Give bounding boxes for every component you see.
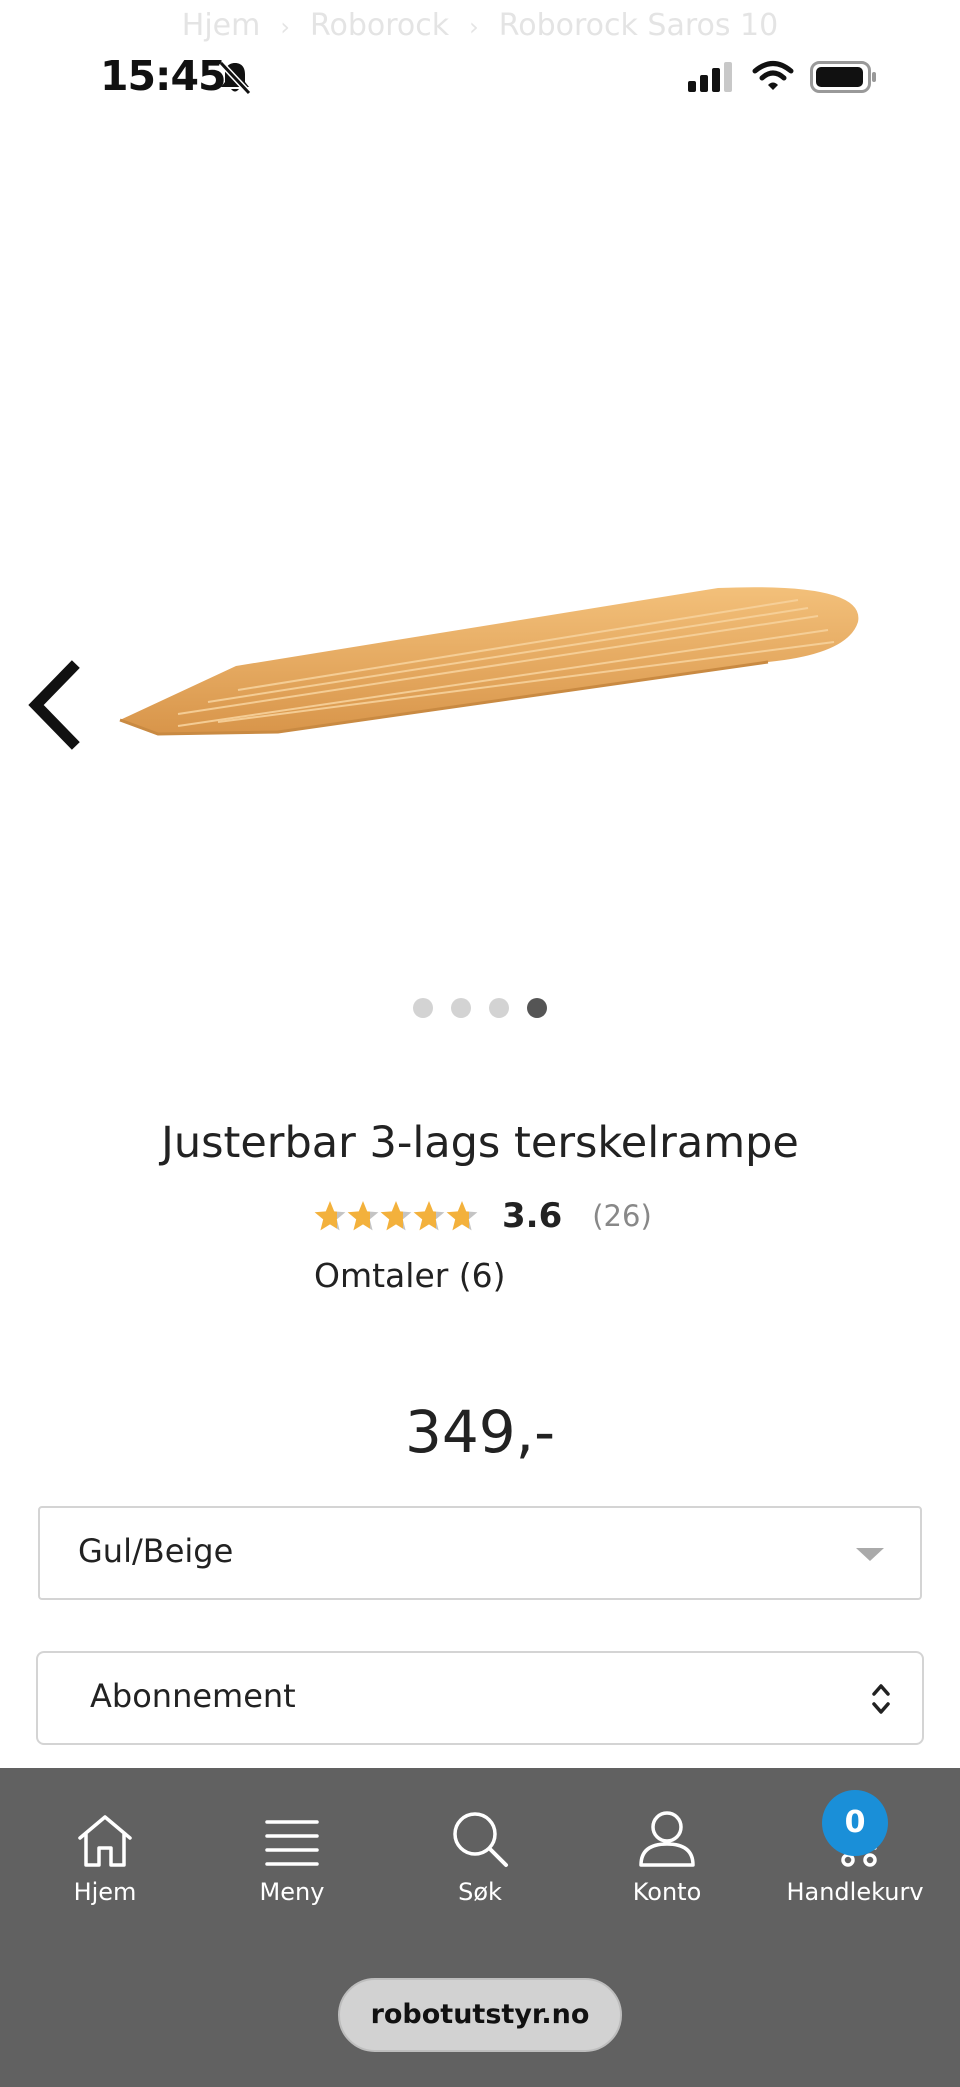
wifi-icon (752, 61, 794, 90)
nav-label-account: Konto (632, 1878, 702, 1906)
nav-label-search: Søk (458, 1878, 502, 1906)
account-icon (639, 1811, 695, 1867)
search-icon (453, 1812, 508, 1867)
subscription-select[interactable]: Abonnement (36, 1651, 924, 1745)
carousel-dot[interactable] (451, 998, 471, 1018)
product-price: 349,- (404, 1398, 556, 1466)
rating-row: 3.6 (26) (314, 1196, 652, 1236)
home-icon (78, 1815, 132, 1867)
product-title: Justerbar 3-lags terskelrampe (161, 1118, 799, 1168)
bell-slash-icon (218, 60, 252, 96)
color-select-value: Gul/Beige (78, 1532, 234, 1570)
nav-label-cart: Handlekurv (786, 1878, 924, 1906)
star-rating (314, 1201, 478, 1231)
chevron-left-icon[interactable] (24, 660, 84, 750)
nav-item-menu[interactable]: Meny (202, 1804, 382, 1906)
menu-icon (265, 1820, 319, 1866)
carousel-dot-active[interactable] (527, 998, 547, 1018)
carousel-dot[interactable] (413, 998, 433, 1018)
carousel-dot[interactable] (489, 998, 509, 1018)
battery-icon (810, 61, 876, 93)
nav-item-search[interactable]: Søk (390, 1804, 570, 1906)
status-time: 15:45 (100, 52, 227, 100)
browser-url-bar[interactable]: robotutstyr.no (338, 1978, 622, 2052)
ramp-image (119, 587, 859, 736)
chevron-down-icon (856, 1548, 884, 1561)
status-bar: 15:45 (0, 0, 960, 120)
nav-item-account[interactable]: Konto (577, 1804, 757, 1906)
rating-value: 3.6 (502, 1196, 563, 1236)
reviews-link[interactable]: Omtaler (6) (314, 1256, 506, 1295)
color-select[interactable]: Gul/Beige (38, 1506, 922, 1600)
subscription-select-value: Abonnement (90, 1677, 296, 1715)
nav-item-home[interactable]: Hjem (15, 1804, 195, 1906)
signal-icon (688, 62, 732, 92)
nav-label-menu: Meny (259, 1878, 325, 1906)
chevron-updown-icon (872, 1684, 890, 1714)
carousel-dots (0, 998, 960, 1018)
cart-count-badge: 0 (822, 1790, 888, 1856)
rating-count[interactable]: (26) (592, 1199, 652, 1233)
nav-label-home: Hjem (73, 1878, 137, 1906)
product-gallery[interactable] (0, 120, 960, 1020)
